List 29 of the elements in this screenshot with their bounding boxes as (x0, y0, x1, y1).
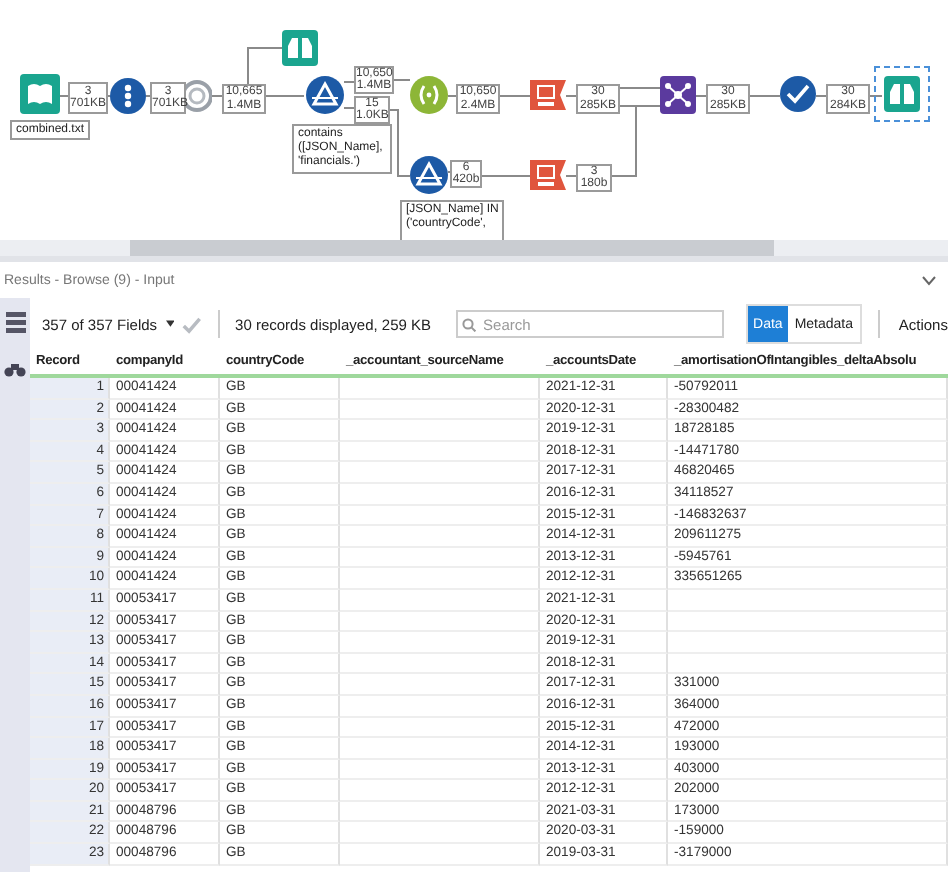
scrollbar-track[interactable] (0, 240, 948, 256)
connector-line (211, 95, 223, 97)
chevron-down-icon[interactable] (922, 275, 936, 285)
caret-icon[interactable] (165, 320, 174, 328)
connector-line (265, 95, 305, 97)
connector-line (815, 95, 827, 97)
connector-line (869, 95, 883, 97)
connector-line (499, 95, 531, 97)
connector-line (619, 87, 661, 89)
connector-line (565, 95, 577, 97)
connector-line (447, 95, 457, 97)
connector-line (59, 95, 69, 97)
connector-line (393, 79, 411, 81)
selected-tool-node[interactable] (874, 66, 930, 122)
binoculars-icon (884, 76, 920, 112)
connector-line (343, 81, 355, 83)
scrollbar-thumb[interactable] (130, 240, 774, 256)
binoculars-icon[interactable] (4, 362, 26, 378)
connector-line (145, 95, 151, 97)
connector-line (481, 175, 531, 177)
connector-line (389, 109, 411, 177)
connector-line (343, 107, 355, 109)
check-icon[interactable] (181, 315, 202, 333)
search-icon (461, 317, 476, 331)
connector-line (565, 175, 577, 177)
connector-line (695, 95, 707, 97)
connector-line (247, 47, 283, 85)
list-icon[interactable] (5, 310, 25, 334)
connector-line (749, 95, 781, 97)
